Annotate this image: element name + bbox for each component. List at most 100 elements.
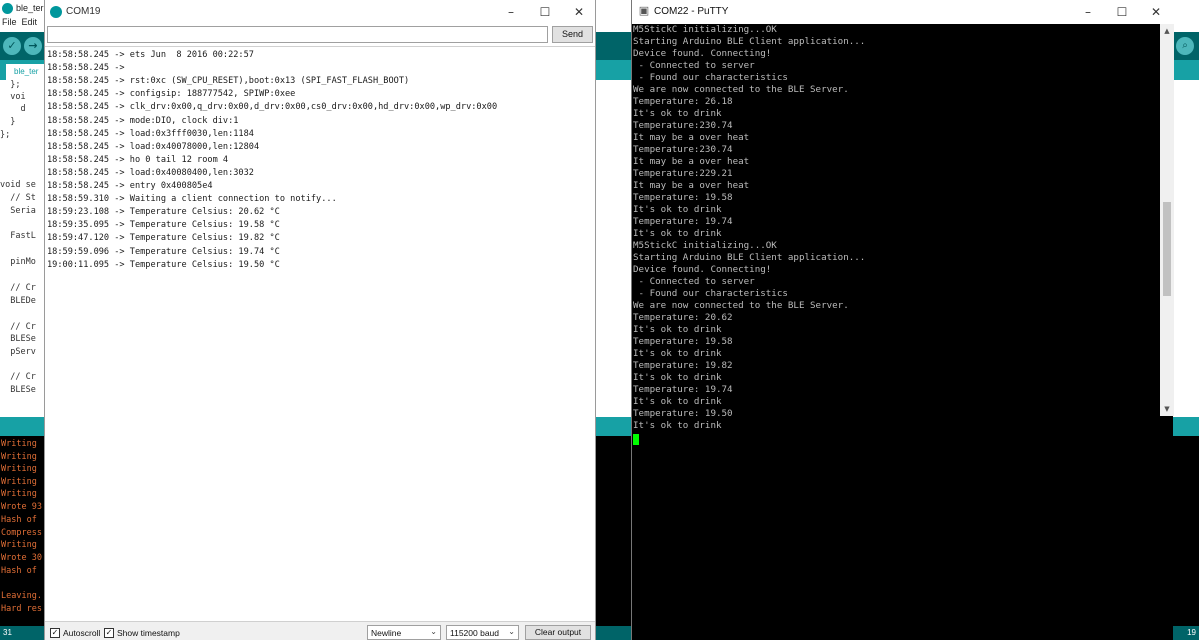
ide-tab-sketch[interactable]: ble_ter — [6, 64, 44, 80]
arduino-logo-icon — [2, 3, 13, 14]
serial-output-line: 18:59:35.095 -> Temperature Celsius: 19.… — [47, 220, 280, 231]
menu-edit[interactable]: Edit — [22, 17, 38, 27]
scroll-up-icon[interactable]: ▲ — [1160, 24, 1174, 38]
window-title: COM19 — [66, 6, 101, 17]
maximize-icon[interactable]: ☐ — [1106, 2, 1138, 22]
minimize-icon[interactable]: – — [495, 2, 527, 22]
code-line: } — [0, 117, 16, 127]
baud-rate-select[interactable]: 115200 baud ⌄ — [446, 625, 519, 640]
ide-status-strip — [596, 626, 631, 640]
ide-console-header — [0, 417, 44, 436]
ide-console-header-right — [1173, 417, 1199, 436]
terminal-line: It's ok to drink — [633, 420, 722, 431]
maximize-icon[interactable]: ☐ — [529, 2, 561, 22]
code-line: pinMo — [0, 257, 36, 267]
line-ending-select[interactable]: Newline ⌄ — [367, 625, 441, 640]
console-line: Writing — [1, 439, 37, 449]
autoscroll-checkbox[interactable]: ✓ — [50, 628, 60, 638]
menu-file[interactable]: File — [2, 17, 17, 27]
show-timestamp-checkbox[interactable]: ✓ — [104, 628, 114, 638]
terminal-line: Temperature: 19.58 — [633, 192, 733, 203]
code-line: BLESe — [0, 385, 36, 395]
serial-output-line: 18:58:58.245 -> mode:DIO, clock div:1 — [47, 115, 239, 126]
verify-icon[interactable]: ✓ — [3, 37, 21, 55]
ide-tab-bar: ble_ter — [0, 60, 44, 80]
ide-console-strip — [596, 436, 631, 626]
terminal-line: It's ok to drink — [633, 372, 722, 383]
terminal-line: - Found our characteristics — [633, 72, 788, 83]
serial-send-input[interactable] — [47, 26, 548, 43]
close-icon[interactable]: ✕ — [563, 2, 595, 22]
scrollbar-thumb[interactable] — [1163, 202, 1171, 296]
console-line: Wrote 30 — [1, 553, 42, 563]
check-icon: ✓ — [51, 628, 59, 637]
ide-tabs-strip — [596, 60, 631, 80]
ide-toolbar-strip — [596, 32, 631, 60]
terminal-line: Temperature: 19.82 — [633, 360, 733, 371]
console-line: Compress — [1, 528, 42, 538]
com19-titlebar: COM19 – ☐ ✕ — [45, 0, 595, 24]
ide-console: Writing Writing Writing Writing Writing Wrote… — [0, 436, 44, 626]
terminal-line: It's ok to drink — [633, 348, 722, 359]
console-line: Writing — [1, 477, 37, 487]
console-line: Leaving. — [1, 591, 42, 601]
ide-code-editor[interactable]: }; voi d }}; void se // St Seria FastL pi… — [0, 80, 44, 417]
terminal-line: Device found. Connecting! — [633, 48, 772, 59]
terminal-scrollbar[interactable]: ▲ ▼ — [1160, 24, 1174, 416]
code-line: // Cr — [0, 372, 36, 382]
baud-rate-value: 115200 baud — [450, 628, 500, 638]
code-line: FastL — [0, 231, 36, 241]
terminal-line: Temperature:230.74 — [633, 120, 733, 131]
serial-output-line: 18:58:58.245 -> — [47, 63, 130, 74]
clear-output-button[interactable]: Clear output — [525, 625, 591, 640]
terminal-line: It's ok to drink — [633, 396, 722, 407]
close-icon[interactable]: ✕ — [1140, 2, 1172, 22]
serial-output-line: 18:58:58.245 -> entry 0x400805e4 — [47, 181, 213, 191]
serial-output-line: 18:59:47.120 -> Temperature Celsius: 19.… — [47, 233, 280, 244]
console-line: Wrote 93 — [1, 502, 42, 512]
chevron-down-icon: ⌄ — [508, 627, 515, 636]
code-line: BLESe — [0, 334, 36, 344]
autoscroll-label: Autoscroll — [63, 628, 101, 638]
ide-titlebar: ble_ter — [0, 0, 44, 17]
scroll-down-icon[interactable]: ▼ — [1160, 402, 1174, 416]
serial-monitor-icon[interactable]: ⌕ — [1176, 37, 1194, 55]
ide-title: ble_ter — [16, 3, 44, 13]
arduino-logo-icon — [50, 6, 62, 18]
ide-toolbar: ✓ → — [0, 32, 44, 60]
ide-menubar: File Edit — [0, 17, 44, 32]
console-line: Hard res — [1, 604, 42, 614]
terminal-line: - Found our characteristics — [633, 288, 788, 299]
terminal-line: Temperature: 19.74 — [633, 384, 733, 395]
minimize-icon[interactable]: – — [1072, 2, 1104, 22]
code-line: // Cr — [0, 322, 36, 332]
code-line: // St — [0, 193, 36, 203]
ide-console-right — [1173, 436, 1199, 626]
serial-monitor-footer: ✓ Autoscroll ✓ Show timestamp Newline ⌄ … — [45, 621, 595, 640]
terminal-line: It may be a over heat — [633, 180, 750, 191]
serial-output-line: 18:58:58.245 -> load:0x40080400,len:3032 — [47, 167, 254, 178]
terminal-line: Temperature: 26.18 — [633, 96, 733, 107]
terminal-line: It may be a over heat — [633, 156, 750, 167]
code-line: BLEDe — [0, 296, 36, 306]
serial-output-line: 18:58:58.245 -> configsip: 188777542, SP… — [47, 89, 296, 100]
window-title: COM22 - PuTTY — [654, 6, 729, 17]
serial-output: 18:58:58.245 -> ets Jun 8 2016 00:22:57 1… — [45, 46, 595, 621]
terminal-line: M5StickC initializing...OK — [633, 24, 777, 35]
check-icon: ✓ — [105, 628, 113, 637]
ide-status-right: 19 — [1173, 626, 1199, 640]
upload-icon[interactable]: → — [24, 37, 42, 55]
terminal-output[interactable]: M5StickC initializing...OK Starting Ardui… — [632, 24, 1160, 640]
terminal-line: It's ok to drink — [633, 204, 722, 215]
send-button[interactable]: Send — [552, 26, 593, 43]
terminal-line: Starting Arduino BLE Client application.… — [633, 252, 866, 263]
terminal-line: Starting Arduino BLE Client application.… — [633, 36, 866, 47]
terminal-line: - Connected to server — [633, 60, 755, 71]
putty-titlebar: ▣ COM22 - PuTTY – ☐ ✕ — [632, 0, 1174, 24]
terminal-line: - Connected to server — [633, 276, 755, 287]
serial-output-line: 18:59:59.096 -> Temperature Celsius: 19.… — [47, 246, 280, 257]
terminal-cursor — [633, 434, 639, 445]
serial-monitor-window: COM19 – ☐ ✕ Send 18:58:58.245 -> ets Jun… — [44, 0, 596, 640]
terminal-line: It's ok to drink — [633, 108, 722, 119]
terminal-line: We are now connected to the BLE Server. — [633, 300, 849, 311]
